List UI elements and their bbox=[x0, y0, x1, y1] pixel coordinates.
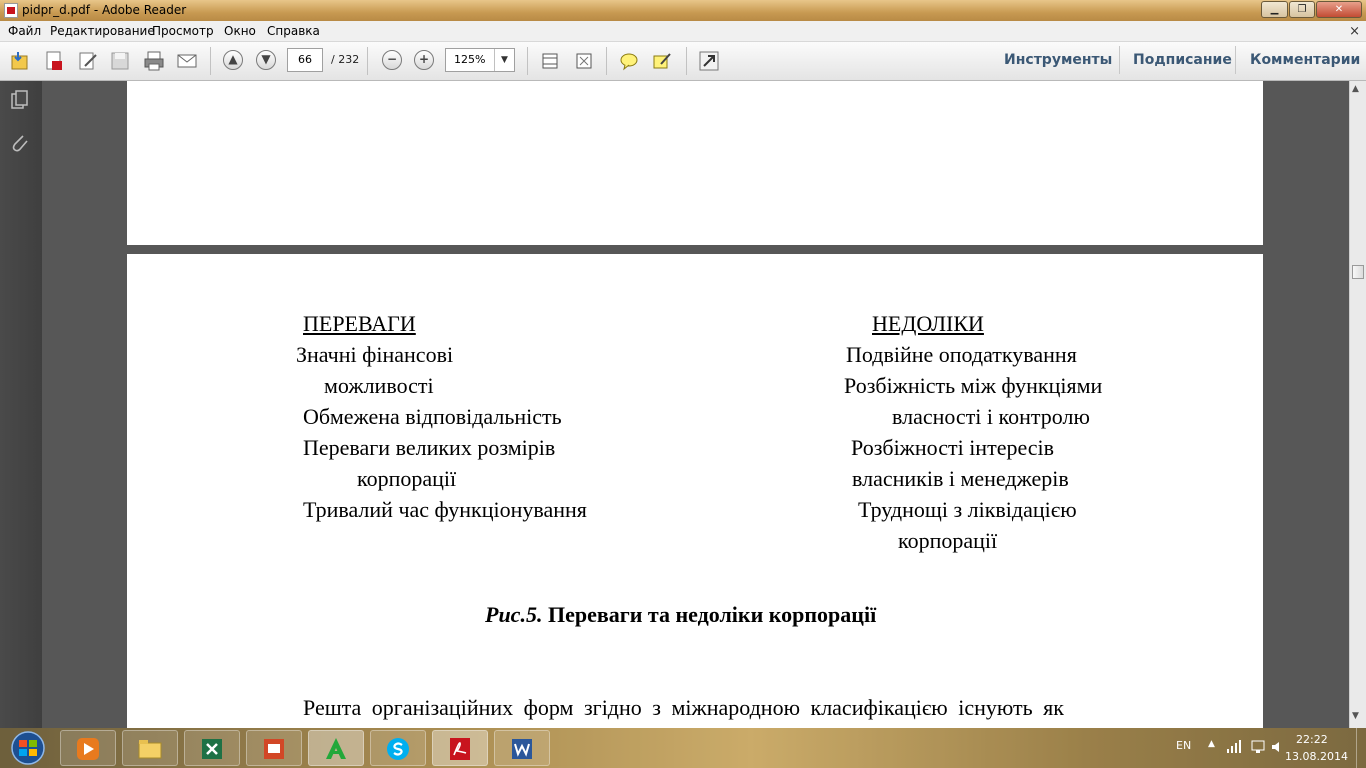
pages-icon[interactable] bbox=[9, 89, 31, 111]
clock-time[interactable]: 22:22 bbox=[1296, 733, 1328, 746]
email-icon[interactable] bbox=[176, 50, 198, 72]
advantage-item: Тривалий час функціонування bbox=[303, 497, 587, 522]
taskbar-presentation[interactable] bbox=[246, 730, 302, 766]
toolbar-separator bbox=[210, 47, 211, 75]
pdf-page: ПЕРЕВАГИ НЕДОЛІКИ Значні фінансові можли… bbox=[127, 254, 1263, 728]
comments-button[interactable]: Комментарии bbox=[1250, 52, 1360, 68]
document-viewer[interactable]: ПЕРЕВАГИ НЕДОЛІКИ Значні фінансові можли… bbox=[42, 81, 1349, 728]
skype-icon bbox=[387, 738, 409, 760]
windows-start-icon[interactable] bbox=[4, 730, 52, 766]
chevron-down-icon[interactable]: ▼ bbox=[494, 49, 514, 71]
tools-button[interactable]: Инструменты bbox=[1004, 52, 1112, 68]
menu-help[interactable]: Справка bbox=[267, 24, 320, 38]
figure-caption: Рис.5. Переваги та недоліки корпорації bbox=[485, 602, 876, 628]
print-icon[interactable] bbox=[143, 50, 165, 72]
disadvantage-item: Розбіжність між функціями bbox=[844, 373, 1103, 398]
word-icon bbox=[512, 739, 532, 759]
disadvantage-item: корпорації bbox=[898, 528, 998, 553]
navigation-pane bbox=[0, 81, 42, 728]
taskbar-word[interactable] bbox=[494, 730, 550, 766]
menu-view[interactable]: Просмотр bbox=[152, 24, 214, 38]
green-a-icon bbox=[326, 738, 346, 759]
advantage-item: Переваги великих розмірів bbox=[303, 435, 556, 460]
zoom-in-button[interactable]: + bbox=[414, 50, 434, 70]
previous-page-button[interactable]: ▲ bbox=[223, 50, 243, 70]
taskbar-skype[interactable] bbox=[370, 730, 426, 766]
body-paragraph: Решта організаційних форм згідно з міжна… bbox=[303, 695, 1064, 720]
toolbar-separator bbox=[686, 47, 687, 75]
maximize-button[interactable]: ❐ bbox=[1289, 1, 1315, 18]
scroll-up-icon[interactable]: ▲ bbox=[1352, 84, 1359, 94]
attachment-icon[interactable] bbox=[9, 132, 31, 154]
taskbar-adobe-reader[interactable] bbox=[432, 730, 488, 766]
close-button[interactable]: ✕ bbox=[1316, 1, 1362, 18]
page-total: / 232 bbox=[331, 53, 360, 66]
scroll-down-icon[interactable]: ▼ bbox=[1352, 711, 1359, 721]
clock-date[interactable]: 13.08.2014 bbox=[1285, 750, 1348, 763]
toolbar-separator bbox=[1119, 46, 1120, 74]
menu-bar: Файл Редактирование Просмотр Окно Справк… bbox=[0, 21, 1366, 42]
toolbar-separator bbox=[527, 47, 528, 75]
caption-prefix: Рис.5. bbox=[485, 602, 543, 627]
zoom-out-button[interactable]: − bbox=[382, 50, 402, 70]
caption-text: Переваги та недоліки корпорації bbox=[547, 602, 877, 627]
menu-window[interactable]: Окно bbox=[224, 24, 256, 38]
advantage-item: Обмежена відповідальність bbox=[303, 404, 562, 429]
toolbar-separator bbox=[1235, 46, 1236, 74]
title-bar: pidpr_d.pdf - Adobe Reader ▁ ❐ ✕ bbox=[0, 0, 1366, 21]
advantage-item: Значні фінансові bbox=[296, 342, 454, 367]
advantage-item: корпорації bbox=[357, 466, 457, 491]
network-icon[interactable] bbox=[1250, 739, 1266, 755]
taskbar-excel[interactable] bbox=[184, 730, 240, 766]
next-page-button[interactable]: ▼ bbox=[256, 50, 276, 70]
taskbar-green-app[interactable] bbox=[308, 730, 364, 766]
expand-icon[interactable] bbox=[698, 50, 720, 72]
comment-icon[interactable] bbox=[618, 50, 640, 72]
disadvantage-item: Труднощі з ліквідацією bbox=[858, 497, 1077, 522]
signal-icon[interactable] bbox=[1226, 740, 1242, 754]
advantage-item: можливості bbox=[324, 373, 434, 398]
toolbar-separator bbox=[606, 47, 607, 75]
window-title: pidpr_d.pdf - Adobe Reader bbox=[22, 3, 187, 17]
vertical-scrollbar[interactable]: ▲ ▼ bbox=[1349, 81, 1366, 728]
adobe-reader-icon bbox=[4, 3, 18, 18]
folder-icon bbox=[138, 740, 162, 759]
presentation-icon bbox=[264, 739, 284, 759]
taskbar-media-player[interactable] bbox=[60, 730, 116, 766]
advantages-header: ПЕРЕВАГИ bbox=[303, 311, 416, 336]
sign-button[interactable]: Подписание bbox=[1133, 52, 1232, 68]
zoom-select[interactable]: 125% ▼ bbox=[445, 48, 515, 72]
create-pdf-icon[interactable] bbox=[43, 50, 65, 72]
show-desktop-button[interactable] bbox=[1356, 728, 1366, 768]
disadvantages-header: НЕДОЛІКИ bbox=[872, 311, 984, 336]
page-number-input[interactable]: 66 bbox=[287, 48, 323, 72]
disadvantage-item: власності і контролю bbox=[892, 404, 1090, 429]
menu-file[interactable]: Файл bbox=[8, 24, 41, 38]
highlight-icon[interactable] bbox=[651, 50, 673, 72]
scroll-thumb[interactable] bbox=[1352, 265, 1364, 279]
disadvantage-item: Подвійне оподаткування bbox=[846, 342, 1077, 367]
minimize-button[interactable]: ▁ bbox=[1261, 1, 1288, 18]
pdf-page bbox=[127, 81, 1263, 245]
language-indicator[interactable]: EN bbox=[1176, 739, 1191, 752]
full-screen-icon[interactable] bbox=[573, 50, 595, 72]
zoom-value: 125% bbox=[454, 53, 486, 66]
disadvantage-item: власників і менеджерів bbox=[852, 466, 1069, 491]
tray-expand-icon[interactable]: ▲ bbox=[1208, 739, 1215, 749]
media-player-icon bbox=[77, 738, 99, 760]
excel-icon bbox=[202, 739, 222, 759]
taskbar-file-explorer[interactable] bbox=[122, 730, 178, 766]
disadvantage-item: Розбіжності інтересів bbox=[851, 435, 1055, 460]
save-icon[interactable] bbox=[109, 50, 131, 72]
taskbar: EN ▲ 22:22 13.08.2014 bbox=[0, 728, 1366, 768]
open-file-icon[interactable] bbox=[9, 50, 31, 72]
toolbar-separator bbox=[367, 47, 368, 75]
menu-edit[interactable]: Редактирование bbox=[50, 24, 155, 38]
edit-document-icon[interactable] bbox=[77, 50, 99, 72]
close-document-icon[interactable]: × bbox=[1349, 24, 1360, 39]
volume-icon[interactable] bbox=[1270, 739, 1286, 755]
fit-page-icon[interactable] bbox=[539, 50, 561, 72]
adobe-reader-icon bbox=[450, 738, 470, 760]
